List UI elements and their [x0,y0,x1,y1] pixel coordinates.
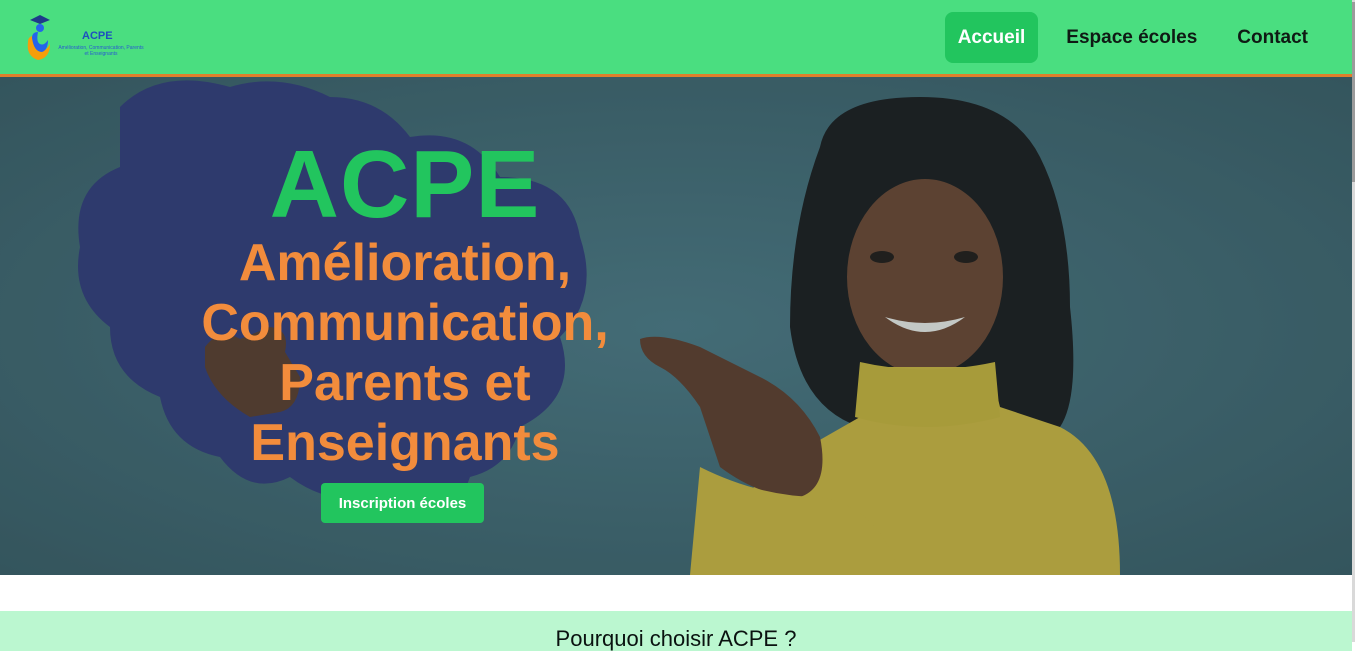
hero-text: ACPE Amélioration, Communication, Parent… [150,137,660,473]
graduate-flame-icon [27,15,50,60]
hero-title: ACPE [269,131,541,238]
navbar: ACPE Amélioration, Communication, Parent… [0,0,1352,77]
logo[interactable]: ACPE Amélioration, Communication, Parent… [24,12,144,64]
nav-espace-ecoles[interactable]: Espace écoles [1046,12,1217,63]
why-section: Pourquoi choisir ACPE ? [0,611,1352,651]
hero-subtitle: Amélioration, Communication, Parents et … [201,234,609,472]
hero-section: ACPE Amélioration, Communication, Parent… [0,77,1352,575]
why-section-title: Pourquoi choisir ACPE ? [555,626,797,651]
logo-title: ACPE [82,30,113,42]
nav-contact[interactable]: Contact [1217,12,1328,63]
nav-accueil[interactable]: Accueil [944,12,1039,63]
inscription-ecoles-button[interactable]: Inscription écoles [321,483,484,523]
main-nav: Accueil Espace écoles Contact [944,12,1328,63]
logo-subtitle: Amélioration, Communication, Parents et … [58,45,144,57]
